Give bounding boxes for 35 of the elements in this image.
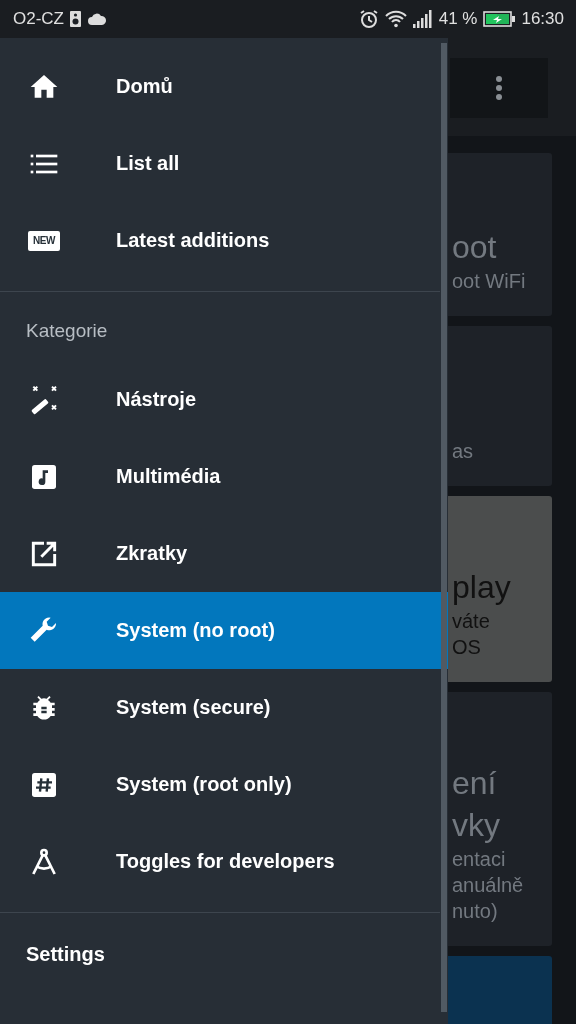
signal-icon: [412, 10, 433, 28]
drawer-item[interactable]: NEW Latest additions: [0, 202, 440, 279]
battery-percent: 41 %: [438, 9, 478, 29]
alarm-clock-icon: [358, 9, 379, 29]
more-vert-icon: [495, 75, 503, 101]
tile-title: ení: [452, 764, 498, 803]
section-header: Kategorie: [25, 319, 109, 343]
tile-title: vky: [452, 806, 501, 845]
drawer-item[interactable]: System (no root): [0, 592, 448, 669]
speaker-icon: [70, 11, 81, 27]
drawer-item[interactable]: System (secure): [0, 669, 440, 746]
settings-item[interactable]: Settings: [0, 913, 448, 966]
tile-subtitle: váte: [452, 609, 491, 634]
clock-time: 16:30: [521, 9, 564, 29]
cloud-icon: [87, 13, 107, 25]
drawer-item[interactable]: Toggles for developers: [0, 823, 440, 900]
wifi-icon: [384, 10, 407, 28]
new-badge: NEW: [28, 230, 60, 251]
tile-subtitle: as: [452, 439, 475, 464]
drawer-item[interactable]: Nástroje: [0, 361, 440, 438]
tile-title: play: [452, 568, 512, 607]
battery-charging-icon: [483, 11, 516, 27]
carrier-name: O2-CZ: [13, 9, 64, 29]
tile-subtitle: anuálně: [452, 873, 525, 898]
drawer-item[interactable]: Zkratky: [0, 515, 440, 592]
tile-subtitle: OS: [452, 635, 482, 660]
drawer-item[interactable]: List all: [0, 125, 440, 202]
drawer-item[interactable]: System (root only): [0, 746, 440, 823]
tile-subtitle: nuto): [452, 899, 499, 924]
tile-title: oot: [452, 228, 498, 267]
tile-subtitle: oot WiFi: [452, 269, 527, 294]
overflow-menu-button[interactable]: [450, 58, 548, 118]
drawer-item[interactable]: Multimédia: [0, 438, 440, 515]
tile-subtitle: entaci: [452, 847, 507, 872]
drawer-item[interactable]: Domů: [0, 48, 440, 125]
